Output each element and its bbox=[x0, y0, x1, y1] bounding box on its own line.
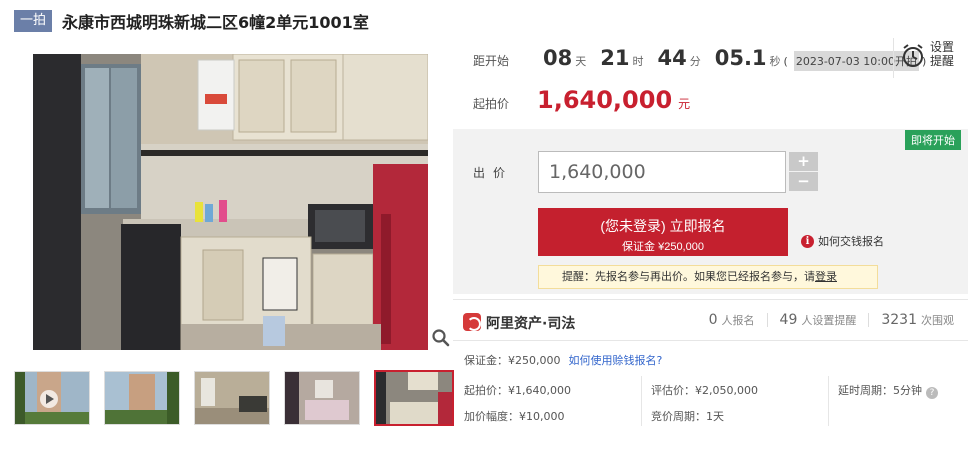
deposit-row: 保证金：¥250,000 如何使用赊钱报名? bbox=[464, 352, 662, 368]
ali-asset-logo-icon bbox=[463, 313, 481, 331]
login-link[interactable]: 登录 bbox=[815, 270, 837, 283]
decrease-bid-button[interactable]: − bbox=[789, 172, 818, 191]
start-time-paren-open: ( bbox=[783, 55, 788, 68]
remind-line1: 设置 bbox=[930, 40, 955, 54]
howto-pay-link[interactable]: i 如何交钱报名 bbox=[801, 233, 884, 249]
main-photo[interactable] bbox=[33, 54, 428, 350]
info-icon: i bbox=[801, 234, 814, 248]
start-price-value: 1,640,000 bbox=[537, 86, 673, 114]
countdown-label: 距开始 bbox=[473, 54, 510, 68]
thumbnail-living-room[interactable] bbox=[194, 371, 270, 425]
bid-label: 出价 bbox=[473, 166, 514, 180]
stat-views-value: 3231 bbox=[881, 312, 917, 328]
status-badge: 即将开始 bbox=[905, 130, 961, 150]
detail-extension-text: 延时周期：5分钟 bbox=[838, 384, 922, 397]
stat-reminders-value: 49 bbox=[779, 312, 798, 328]
stat-registrations-value: 0 bbox=[708, 312, 718, 328]
detail-appraisal: 评估价：¥2,050,000 bbox=[651, 384, 758, 397]
hours-unit: 时 bbox=[632, 55, 644, 68]
zoom-button[interactable] bbox=[430, 327, 452, 349]
countdown: 距开始 08 天 21 时 44 分 05.1 秒 ( 2023-07-03 1… bbox=[473, 46, 926, 71]
alarm-clock-icon bbox=[903, 44, 923, 67]
thumbnail-building[interactable] bbox=[104, 371, 180, 425]
detail-cycle: 竞价周期：1天 bbox=[651, 410, 724, 423]
stat-views-label: 次围观 bbox=[921, 314, 954, 327]
divider bbox=[641, 376, 642, 426]
minutes-unit: 分 bbox=[689, 55, 701, 68]
bid-amount-input[interactable] bbox=[538, 151, 786, 193]
thumbnail-strip bbox=[14, 370, 468, 426]
register-button[interactable]: (您未登录) 立即报名 保证金 ¥250,000 bbox=[538, 208, 788, 256]
countdown-days: 08 bbox=[543, 46, 573, 70]
page-title: 永康市西城明珠新城二区6幢2单元1001室 bbox=[62, 13, 369, 32]
magnifier-icon bbox=[432, 329, 450, 347]
stat-reminders-label: 人设置提醒 bbox=[801, 314, 857, 327]
question-icon[interactable]: ? bbox=[926, 387, 938, 399]
howto-pay-text: 如何交钱报名 bbox=[818, 235, 884, 248]
auction-round-badge: 一拍 bbox=[14, 10, 53, 32]
detail-extension: 延时周期：5分钟? bbox=[838, 382, 938, 399]
countdown-seconds: 05.1 bbox=[714, 46, 767, 70]
stats: 0 人报名 49 人设置提醒 3231 次围观 bbox=[709, 312, 954, 328]
countdown-hours: 21 bbox=[600, 46, 630, 70]
login-tip: 提醒：先报名参与再出价。如果您已经报名参与，请登录 bbox=[538, 265, 878, 289]
start-price-unit: 元 bbox=[678, 97, 691, 111]
detail-start-price: 起拍价：¥1,640,000 bbox=[464, 384, 571, 397]
days-unit: 天 bbox=[575, 55, 587, 68]
auction-page: 一拍 永康市西城明珠新城二区6幢2单元1001室 距开始 08 天 21 时 4… bbox=[0, 0, 968, 461]
seconds-unit: 秒 bbox=[769, 55, 781, 68]
tip-text: 提醒：先报名参与再出价。如果您已经报名参与，请 bbox=[562, 270, 815, 283]
register-deposit: 保证金 ¥250,000 bbox=[622, 240, 704, 253]
deposit-text: 保证金：¥250,000 bbox=[464, 354, 561, 367]
register-label: (您未登录) 立即报名 bbox=[600, 217, 726, 234]
platform-row: 阿里资产·司法 0 人报名 49 人设置提醒 3231 次围观 bbox=[453, 299, 968, 341]
platform-name: 阿里资产·司法 bbox=[486, 316, 576, 332]
divider bbox=[828, 376, 829, 426]
start-price-label: 起拍价 bbox=[473, 97, 510, 111]
stat-registrations-label: 人报名 bbox=[721, 314, 755, 327]
detail-increment: 加价幅度：¥10,000 bbox=[464, 410, 565, 423]
start-price-row: 起拍价 1,640,000 元 bbox=[473, 86, 690, 114]
remind-line2: 提醒 bbox=[930, 54, 955, 68]
increase-bid-button[interactable]: + bbox=[789, 152, 818, 171]
thumbnail-video[interactable] bbox=[14, 371, 90, 425]
thumbnail-kitchen[interactable] bbox=[374, 370, 454, 426]
deposit-loan-link[interactable]: 如何使用赊钱报名? bbox=[569, 354, 663, 367]
countdown-minutes: 44 bbox=[657, 46, 687, 70]
header: 一拍 永康市西城明珠新城二区6幢2单元1001室 bbox=[14, 9, 369, 33]
thumbnail-bedroom[interactable] bbox=[284, 371, 360, 425]
set-reminder-button[interactable]: 设置 提醒 bbox=[893, 38, 963, 78]
